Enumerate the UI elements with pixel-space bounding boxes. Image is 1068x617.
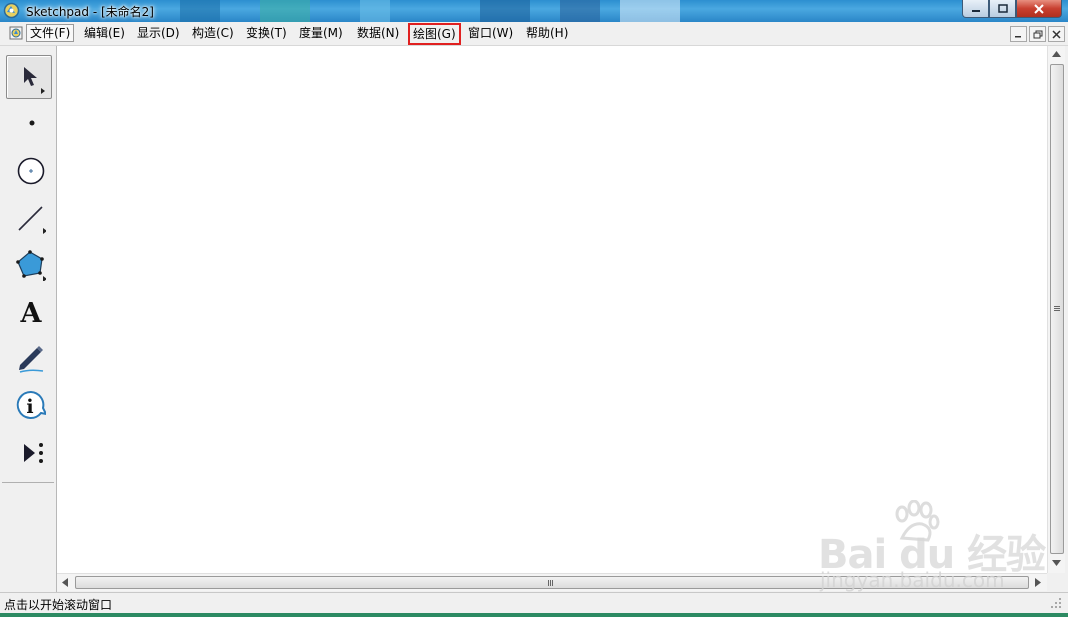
window-title: Sketchpad - [未命名2]: [26, 5, 154, 19]
point-tool[interactable]: [6, 101, 50, 143]
toolbox-divider: [2, 482, 54, 483]
resize-grip-icon[interactable]: [1051, 598, 1062, 609]
point-tool-icon: [29, 120, 35, 126]
status-text: 点击以开始滚动窗口: [4, 598, 113, 612]
scroll-left-icon[interactable]: [62, 578, 68, 587]
titlebar-decoration: [180, 0, 680, 22]
menu-transform[interactable]: 变换(T): [244, 25, 289, 41]
menu-measure[interactable]: 度量(M): [297, 25, 345, 41]
information-tool[interactable]: i: [6, 383, 50, 425]
scrollbar-corner: [1047, 573, 1064, 590]
sketchpad-app-icon[interactable]: [3, 2, 20, 19]
menu-help[interactable]: 帮助(H): [524, 25, 570, 41]
title-bar[interactable]: Sketchpad - [未命名2]: [0, 0, 1068, 22]
taskbar-edge: [0, 613, 1068, 617]
status-bar: 点击以开始滚动窗口: [0, 592, 1068, 614]
minimize-icon: [971, 9, 980, 12]
vertical-scrollbar[interactable]: [1047, 46, 1065, 573]
menu-data[interactable]: 数据(N): [355, 25, 401, 41]
scroll-right-icon[interactable]: [1035, 578, 1041, 587]
text-tool-icon: A: [20, 298, 43, 328]
window-controls: [962, 0, 1062, 18]
custom-tool-icon: [24, 443, 43, 463]
selection-arrow-tool[interactable]: [6, 55, 52, 99]
menu-graph[interactable]: 绘图(G): [408, 23, 461, 45]
straightedge-tool[interactable]: [6, 195, 50, 237]
polygon-tool[interactable]: [6, 242, 50, 284]
menu-bar: 文件(F) 编辑(E) 显示(D) 构造(C) 变换(T) 度量(M) 数据(N…: [0, 22, 1068, 46]
doc-close-button[interactable]: [1048, 26, 1065, 42]
sketch-canvas[interactable]: [57, 46, 1047, 573]
compass-tool[interactable]: [6, 148, 50, 190]
information-icon: i: [16, 390, 46, 419]
scroll-down-icon[interactable]: [1052, 560, 1061, 566]
marker-pen-icon: [19, 346, 44, 373]
menu-edit[interactable]: 编辑(E): [82, 25, 127, 41]
maximize-button[interactable]: [989, 0, 1016, 18]
close-button[interactable]: [1016, 0, 1062, 18]
menu-construct[interactable]: 构造(C): [190, 25, 236, 41]
document-icon[interactable]: [8, 25, 24, 41]
restore-icon: [1033, 30, 1042, 38]
horizontal-scrollbar[interactable]: [57, 573, 1047, 591]
minimize-icon: [1015, 36, 1021, 38]
arrow-select-icon: [24, 67, 45, 94]
custom-tool[interactable]: [6, 430, 50, 472]
menu-display[interactable]: 显示(D): [135, 25, 182, 41]
document-window-controls: [1010, 26, 1065, 42]
horizontal-scroll-thumb[interactable]: [75, 576, 1029, 589]
close-icon: [1052, 29, 1061, 39]
compass-circle-icon: [17, 157, 45, 185]
doc-minimize-button[interactable]: [1010, 26, 1027, 42]
scroll-up-icon[interactable]: [1052, 51, 1061, 57]
vertical-scroll-thumb[interactable]: [1050, 64, 1064, 554]
toolbox: A i: [0, 46, 57, 592]
polygon-icon: [16, 250, 46, 281]
text-tool[interactable]: A: [6, 289, 50, 331]
doc-restore-button[interactable]: [1029, 26, 1046, 42]
svg-text:i: i: [26, 396, 33, 418]
menu-window[interactable]: 窗口(W): [466, 25, 515, 41]
menu-file[interactable]: 文件(F): [26, 24, 75, 42]
svg-text:A: A: [20, 298, 43, 328]
minimize-button[interactable]: [962, 0, 989, 18]
close-icon: [1034, 3, 1044, 14]
maximize-icon: [997, 4, 1008, 13]
marker-tool[interactable]: [6, 336, 50, 378]
straightedge-icon: [18, 206, 46, 234]
